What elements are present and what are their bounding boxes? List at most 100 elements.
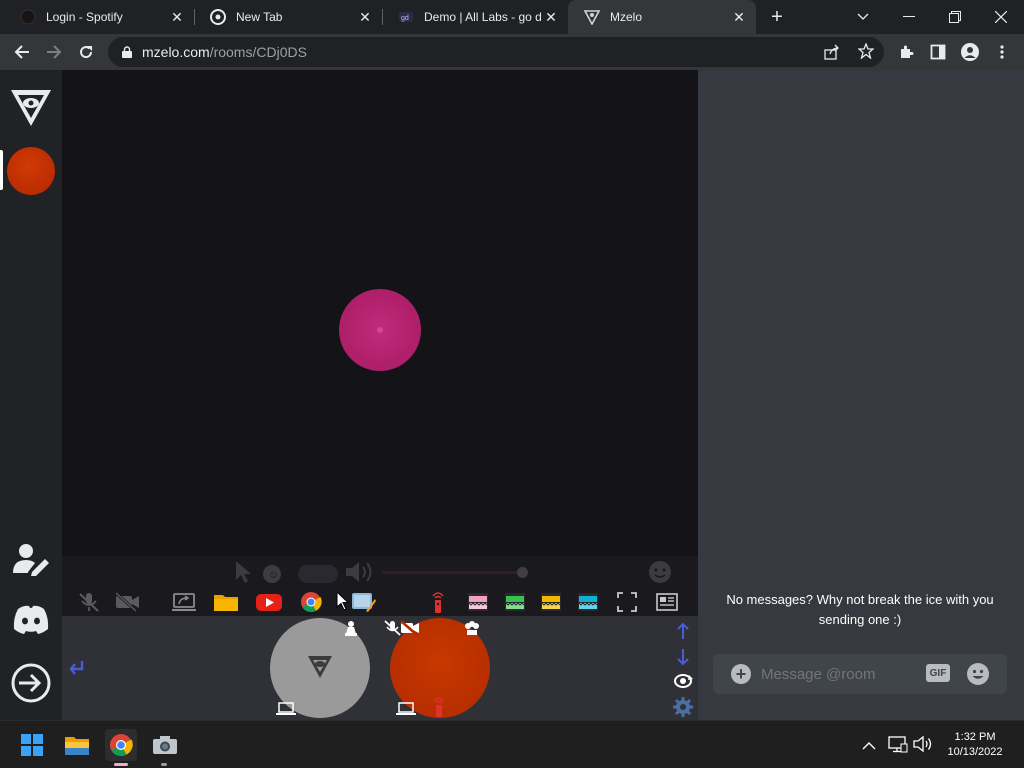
camera-off-icon[interactable] — [114, 591, 140, 617]
restore-button[interactable] — [942, 4, 968, 30]
arrow-down-icon[interactable] — [676, 648, 690, 671]
layout-panel-icon[interactable] — [656, 592, 678, 617]
cursor-arrow — [336, 590, 350, 616]
reaction-emoji-icon[interactable] — [648, 560, 672, 589]
add-attachment-button[interactable]: + — [731, 664, 751, 684]
participant-orb[interactable] — [339, 289, 421, 371]
chat-panel: No messages? Why not break the ice with … — [698, 70, 1024, 720]
tab-strip: Login - Spotify ✕ New Tab ✕ gd Demo | Al… — [0, 0, 1024, 34]
sign-out-icon — [11, 663, 51, 703]
emoji-sticker-icon[interactable]: ☺ — [262, 564, 282, 589]
lock-icon[interactable] — [120, 45, 134, 59]
volume-slider-handle[interactable] — [517, 567, 528, 578]
remote-control-icon — [432, 696, 446, 723]
clock-time: 1:32 PM — [954, 731, 996, 743]
message-input[interactable] — [761, 662, 911, 686]
remote-control-icon[interactable] — [430, 590, 446, 619]
fullscreen-icon[interactable] — [617, 592, 637, 617]
leave-room-button[interactable] — [10, 662, 52, 704]
close-icon[interactable]: ✕ — [168, 8, 186, 26]
tab-title: Demo | All Labs - go d — [424, 10, 542, 24]
address-bar[interactable]: mzelo.com/rooms/CDj0DS — [108, 37, 884, 67]
mzelo-logo-icon — [308, 656, 332, 678]
emoji-picker-button[interactable] — [966, 662, 990, 686]
screen-share-icon[interactable] — [172, 592, 196, 617]
file-explorer-button[interactable] — [61, 729, 93, 761]
tab-new-tab[interactable]: New Tab ✕ — [194, 0, 382, 34]
plus-icon: + — [735, 664, 747, 684]
mzelo-home-button[interactable] — [8, 84, 54, 130]
url-text: mzelo.com/rooms/CDj0DS — [142, 44, 307, 60]
reload-button[interactable] — [72, 38, 100, 66]
spotify-icon — [20, 9, 36, 25]
user-edit-icon — [13, 544, 49, 576]
forward-button[interactable] — [40, 38, 68, 66]
volume-icon[interactable] — [344, 560, 376, 589]
theme-yellow-icon[interactable] — [541, 593, 561, 616]
network-icon[interactable] — [888, 735, 908, 758]
active-app-indicator — [114, 763, 128, 766]
room-avatar[interactable] — [7, 147, 55, 195]
new-tab-button[interactable]: + — [766, 6, 788, 28]
tab-spotify[interactable]: Login - Spotify ✕ — [4, 0, 194, 34]
volume-slider-track[interactable] — [382, 571, 522, 574]
side-panel-button[interactable] — [924, 38, 952, 66]
close-icon[interactable]: ✕ — [730, 8, 748, 26]
laptop-icon — [396, 702, 416, 721]
room-stage[interactable] — [62, 70, 698, 556]
message-composer: + GIF — [713, 654, 1007, 694]
start-button[interactable] — [16, 729, 48, 761]
arrow-up-icon[interactable] — [676, 622, 690, 645]
pointer-icon[interactable] — [234, 560, 252, 589]
tab-mzelo[interactable]: Mzelo ✕ — [568, 0, 756, 34]
clock[interactable]: 1:32 PM 10/13/2022 — [940, 730, 1010, 760]
kebab-menu-icon — [1000, 45, 1004, 59]
svg-text:☺: ☺ — [268, 569, 279, 581]
edit-profile-button[interactable] — [12, 542, 50, 576]
theme-pink-icon[interactable] — [468, 593, 488, 616]
mute-mic-icon[interactable] — [78, 592, 100, 617]
chrome-icon — [110, 734, 133, 756]
tab-demo-all-labs[interactable]: gd Demo | All Labs - go d ✕ — [382, 0, 568, 34]
youtube-icon[interactable] — [256, 592, 282, 617]
close-window-button[interactable] — [988, 4, 1014, 30]
puzzle-icon — [901, 45, 914, 58]
theme-cyan-icon[interactable] — [578, 593, 598, 616]
return-arrow-icon[interactable] — [68, 660, 86, 681]
minimize-icon — [903, 16, 915, 17]
discord-button[interactable] — [12, 604, 50, 636]
chrome-taskbar-button[interactable] — [105, 729, 137, 761]
running-app-indicator — [161, 763, 167, 766]
participant-tray — [62, 616, 698, 720]
browser-toolbar: mzelo.com/rooms/CDj0DS — [0, 34, 1024, 70]
chrome-app-icon[interactable] — [300, 591, 322, 618]
tab-search-button[interactable] — [852, 6, 874, 28]
chess-king-icon — [464, 620, 480, 641]
chess-pawn-icon[interactable] — [344, 620, 358, 641]
share-icon[interactable] — [824, 44, 840, 65]
restore-icon — [949, 11, 961, 23]
bookmark-star-icon[interactable] — [857, 42, 875, 64]
chevron-up-icon[interactable] — [862, 738, 876, 756]
whiteboard-icon[interactable] — [350, 591, 376, 618]
settings-gear-icon[interactable] — [673, 697, 693, 722]
close-icon[interactable]: ✕ — [356, 8, 374, 26]
camera-off-icon — [400, 620, 420, 641]
extensions-button[interactable] — [892, 38, 920, 66]
minimize-button[interactable] — [896, 4, 922, 30]
gif-button[interactable]: GIF — [926, 664, 950, 682]
theme-green-icon[interactable] — [505, 593, 525, 616]
camera-app-button[interactable] — [149, 729, 181, 761]
profile-icon — [961, 43, 979, 61]
close-icon[interactable]: ✕ — [542, 8, 560, 26]
windows-taskbar: 1:32 PM 10/13/2022 — [0, 720, 1024, 768]
folder-icon[interactable] — [213, 592, 239, 617]
volume-icon[interactable] — [913, 735, 933, 758]
rotate-view-icon[interactable] — [672, 671, 694, 696]
labs-icon: gd — [398, 9, 414, 25]
side-panel-icon — [930, 44, 946, 60]
profile-button[interactable] — [956, 38, 984, 66]
menu-button[interactable] — [988, 38, 1016, 66]
arrow-left-icon — [14, 45, 29, 59]
back-button[interactable] — [8, 38, 36, 66]
